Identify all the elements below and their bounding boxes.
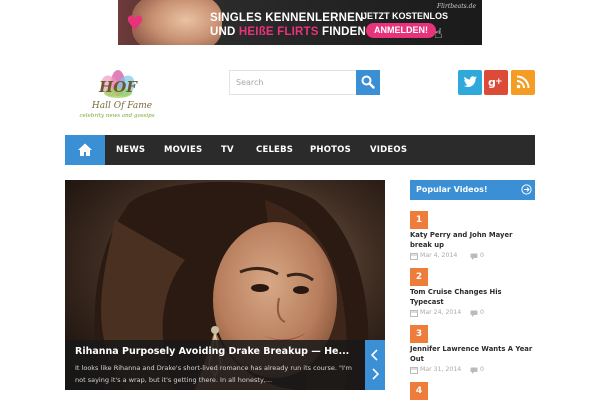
site-logo[interactable]: HOF Hall Of Fame celebrity news and goss… (74, 69, 160, 121)
twitter-icon (463, 76, 477, 88)
rss-button[interactable] (511, 70, 535, 95)
nav-news[interactable]: NEWS (116, 135, 145, 165)
slider-controls (365, 340, 385, 390)
video-meta: Mar 24, 2014 0 (410, 308, 535, 318)
calendar-icon (410, 310, 418, 317)
google-plus-icon: g + (488, 76, 503, 89)
comment-icon (470, 367, 478, 374)
hand-cursor-icon: ☝ (434, 26, 443, 42)
video-meta: Mar 31, 2014 0 (410, 365, 535, 375)
ad-banner[interactable]: ♥ SINGLES KENNENLERNEN UND HEIßE FLIRTS … (118, 0, 482, 45)
featured-caption: Rihanna Purposely Avoiding Drake Breakup… (65, 340, 365, 390)
video-title[interactable]: Katy Perry and John Mayer break up (410, 230, 535, 250)
popular-videos-header: Popular Videos! (410, 180, 535, 200)
logo-title: Hall Of Fame (91, 101, 153, 111)
video-comments-count[interactable]: 0 (480, 308, 484, 318)
svg-text:+: + (495, 77, 503, 87)
video-date: Mar 4, 2014 (420, 252, 458, 259)
featured-excerpt: It looks like Rihanna and Drake's short-… (75, 364, 353, 384)
video-title[interactable]: Jennifer Lawrence Wants A Year Out (410, 344, 535, 364)
rss-icon (516, 75, 530, 89)
ad-headline-2: UND HEIßE FLIRTS FINDEN (210, 26, 367, 38)
video-date: Mar 31, 2014 (420, 366, 462, 373)
ad-signup-button[interactable]: ANMELDEN! (366, 23, 436, 38)
ad-cta-subtitle: JETZT KOSTENLOS (362, 11, 449, 21)
featured-slider[interactable]: Rihanna Purposely Avoiding Drake Breakup… (65, 180, 385, 390)
popular-videos-title: Popular Videos! (416, 185, 488, 194)
ad-headline-1: SINGLES KENNENLERNEN (210, 12, 364, 24)
nav-tv[interactable]: TV (221, 135, 234, 165)
video-title[interactable]: Tom Cruise Changes His Typecast (410, 287, 535, 307)
video-date: Mar 24, 2014 (420, 309, 462, 316)
comment-icon (470, 310, 478, 317)
nav-movies[interactable]: MOVIES (164, 135, 202, 165)
nav-photos[interactable]: PHOTOS (310, 135, 351, 165)
list-item[interactable]: 1 Katy Perry and John Mayer break up Mar… (410, 211, 535, 263)
logo-tagline: celebrity news and gossips (79, 113, 155, 119)
rank-badge: 4 (410, 382, 428, 400)
rank-badge: 3 (410, 325, 428, 343)
search-input[interactable] (229, 70, 356, 95)
main-nav: NEWS MOVIES TV CELEBS PHOTOS VIDEOS (65, 135, 535, 165)
nav-celebs[interactable]: CELEBS (256, 135, 293, 165)
search-form (229, 70, 380, 95)
list-item[interactable]: 2 Tom Cruise Changes His Typecast Mar 24… (410, 268, 535, 320)
rank-badge: 1 (410, 211, 428, 229)
twitter-button[interactable] (458, 70, 482, 95)
comment-icon (470, 253, 478, 260)
heart-icon: ♥ (126, 11, 144, 35)
lotus-logo-icon: HOF (98, 70, 138, 98)
list-item[interactable]: 3 Jennifer Lawrence Wants A Year Out Mar… (410, 325, 535, 377)
search-button[interactable] (356, 70, 380, 95)
video-meta: Mar 4, 2014 0 (410, 251, 535, 261)
svg-text:HOF: HOF (98, 78, 138, 96)
chevron-left-icon[interactable] (370, 348, 380, 362)
calendar-icon (410, 253, 418, 260)
nav-home[interactable] (65, 135, 105, 165)
featured-title[interactable]: Rihanna Purposely Avoiding Drake Breakup… (75, 346, 360, 357)
home-icon (78, 143, 92, 156)
nav-videos[interactable]: VIDEOS (370, 135, 407, 165)
video-comments-count[interactable]: 0 (480, 251, 484, 261)
ad-brand: Flirtbeats.de (436, 3, 476, 10)
calendar-icon (410, 367, 418, 374)
video-comments-count[interactable]: 0 (480, 365, 484, 375)
search-icon (361, 75, 375, 89)
list-item[interactable]: 4 (410, 382, 535, 400)
google-plus-button[interactable]: g + (484, 70, 508, 95)
chevron-right-icon[interactable] (370, 367, 380, 381)
rank-badge: 2 (410, 268, 428, 286)
circle-arrow-right-icon[interactable] (521, 184, 532, 195)
